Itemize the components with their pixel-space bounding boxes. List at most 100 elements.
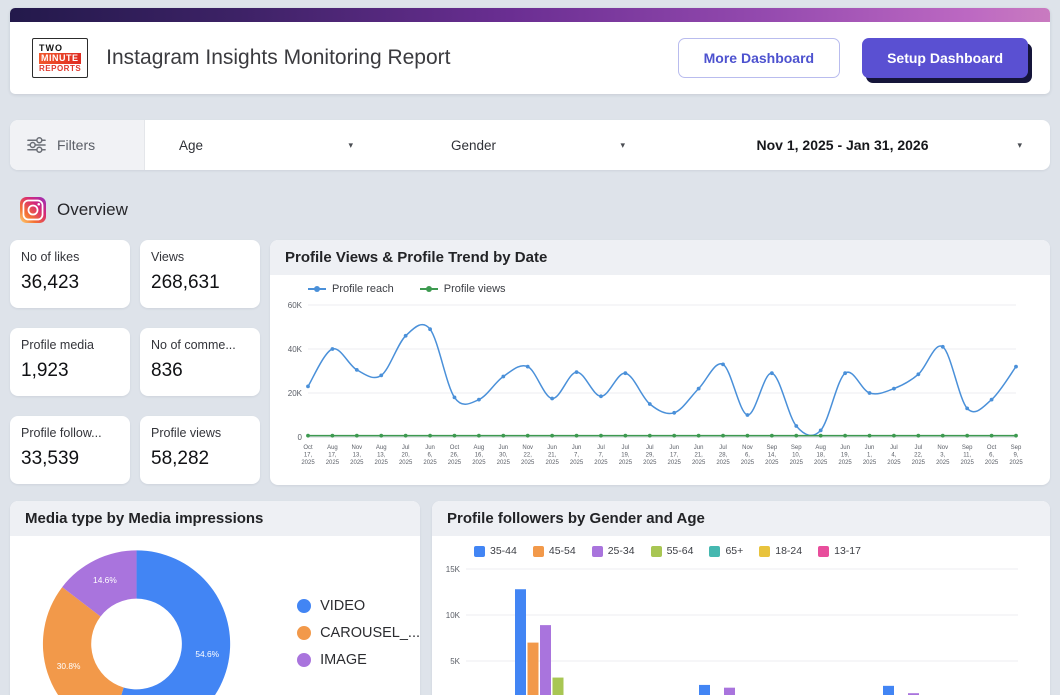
legend-item-18-24: 18-24 bbox=[759, 545, 802, 557]
svg-text:2025: 2025 bbox=[912, 460, 926, 466]
legend-swatch bbox=[533, 546, 544, 557]
svg-text:Oct: Oct bbox=[450, 445, 460, 451]
kpi-label: No of likes bbox=[21, 250, 119, 264]
svg-text:29,: 29, bbox=[646, 453, 655, 459]
instagram-icon bbox=[20, 197, 46, 223]
legend-swatch bbox=[474, 546, 485, 557]
svg-text:2025: 2025 bbox=[326, 460, 340, 466]
svg-text:Jun: Jun bbox=[694, 445, 704, 451]
date-range-filter[interactable]: Nov 1, 2025 - Jan 31, 2026 ▾ bbox=[635, 120, 1050, 170]
legend-item-profile-reach: Profile reach bbox=[308, 283, 394, 295]
media-type-chart-card: Media type by Media impressions 54.6%30.… bbox=[10, 501, 420, 695]
svg-text:2025: 2025 bbox=[375, 460, 389, 466]
svg-text:Jul: Jul bbox=[719, 445, 727, 451]
svg-text:Oct: Oct bbox=[303, 445, 313, 451]
chart-title: Profile followers by Gender and Age bbox=[432, 501, 1050, 536]
logo-text-reports: REPORTS bbox=[39, 64, 81, 73]
svg-text:2025: 2025 bbox=[545, 460, 559, 466]
svg-text:2025: 2025 bbox=[350, 460, 364, 466]
svg-text:Jun: Jun bbox=[572, 445, 582, 451]
svg-text:Jun: Jun bbox=[840, 445, 850, 451]
svg-text:4,: 4, bbox=[891, 453, 896, 459]
svg-text:14,: 14, bbox=[768, 453, 777, 459]
legend-item-65plus: 65+ bbox=[709, 545, 743, 557]
svg-text:17,: 17, bbox=[304, 453, 313, 459]
two-minute-reports-logo: TWO MINUTE REPORTS bbox=[32, 38, 88, 78]
profile-trend-line-chart[interactable]: 020K40K60KOct17,2025Aug17,2025Nov13,2025… bbox=[270, 297, 1030, 482]
svg-text:Nov: Nov bbox=[937, 445, 948, 451]
svg-text:2025: 2025 bbox=[521, 460, 535, 466]
legend-swatch bbox=[818, 546, 829, 557]
svg-text:2025: 2025 bbox=[448, 460, 462, 466]
date-range-value: Nov 1, 2025 - Jan 31, 2026 bbox=[757, 137, 929, 153]
kpi-label: Views bbox=[151, 250, 249, 264]
svg-text:Sep: Sep bbox=[962, 445, 973, 451]
svg-text:Aug: Aug bbox=[815, 445, 826, 451]
svg-text:2025: 2025 bbox=[594, 460, 608, 466]
gender-filter-label: Gender bbox=[451, 138, 496, 153]
legend-item-35-44: 35-44 bbox=[474, 545, 517, 557]
legend-item-image: IMAGE bbox=[297, 652, 420, 668]
svg-text:20K: 20K bbox=[288, 389, 303, 398]
svg-text:Oct: Oct bbox=[987, 445, 997, 451]
svg-text:0: 0 bbox=[298, 433, 303, 442]
more-dashboard-button[interactable]: More Dashboard bbox=[678, 38, 840, 78]
kpi-value: 58,282 bbox=[151, 448, 249, 470]
svg-text:2025: 2025 bbox=[692, 460, 706, 466]
svg-text:2025: 2025 bbox=[887, 460, 901, 466]
svg-text:Nov: Nov bbox=[742, 445, 753, 451]
svg-text:28,: 28, bbox=[719, 453, 728, 459]
svg-text:10K: 10K bbox=[446, 611, 461, 620]
chevron-down-icon: ▾ bbox=[348, 140, 363, 151]
chevron-down-icon: ▾ bbox=[620, 140, 635, 151]
svg-text:26,: 26, bbox=[450, 453, 459, 459]
svg-text:2025: 2025 bbox=[497, 460, 511, 466]
filters-toggle[interactable]: Filters bbox=[10, 120, 145, 170]
svg-text:30,: 30, bbox=[499, 453, 508, 459]
media-type-donut-chart[interactable]: 54.6%30.8%14.6% bbox=[38, 544, 235, 695]
svg-text:2025: 2025 bbox=[668, 460, 682, 466]
svg-text:Jul: Jul bbox=[890, 445, 898, 451]
age-filter-dropdown[interactable]: Age ▾ bbox=[145, 120, 363, 170]
svg-text:2025: 2025 bbox=[814, 460, 828, 466]
svg-text:22,: 22, bbox=[914, 453, 923, 459]
svg-text:13,: 13, bbox=[353, 453, 362, 459]
legend-item-13-17: 13-17 bbox=[818, 545, 861, 557]
legend-swatch bbox=[592, 546, 603, 557]
svg-text:Jun: Jun bbox=[498, 445, 508, 451]
legend-item-video: VIDEO bbox=[297, 598, 420, 614]
overview-section-header: Overview bbox=[20, 196, 1050, 224]
page-title: Instagram Insights Monitoring Report bbox=[106, 46, 450, 70]
svg-text:13,: 13, bbox=[377, 453, 386, 459]
setup-dashboard-button[interactable]: Setup Dashboard bbox=[862, 38, 1028, 78]
svg-text:5K: 5K bbox=[450, 657, 460, 666]
kpi-card-views: Views 268,631 bbox=[140, 240, 260, 308]
gender-filter-dropdown[interactable]: Gender ▾ bbox=[363, 120, 635, 170]
kpi-value: 1,923 bbox=[21, 360, 119, 382]
svg-text:2025: 2025 bbox=[423, 460, 437, 466]
followers-grouped-bar-chart[interactable]: 5K 10K 15K bbox=[432, 559, 1028, 695]
bottom-grid: Media type by Media impressions 54.6%30.… bbox=[10, 501, 1050, 695]
chart-title: Media type by Media impressions bbox=[10, 501, 420, 536]
svg-text:15K: 15K bbox=[446, 565, 461, 574]
svg-text:2025: 2025 bbox=[301, 460, 315, 466]
svg-text:2025: 2025 bbox=[936, 460, 950, 466]
svg-text:3,: 3, bbox=[940, 453, 945, 459]
svg-text:Aug: Aug bbox=[327, 445, 338, 451]
kpi-value: 268,631 bbox=[151, 272, 249, 294]
top-gradient-bar bbox=[10, 8, 1050, 22]
kpi-card-profile-followers: Profile follow... 33,539 bbox=[10, 416, 130, 484]
header-buttons: More Dashboard Setup Dashboard bbox=[678, 38, 1028, 78]
legend-item-55-64: 55-64 bbox=[651, 545, 694, 557]
legend-swatch bbox=[759, 546, 770, 557]
svg-text:Jul: Jul bbox=[597, 445, 605, 451]
legend-item-carousel: CAROUSEL_... bbox=[297, 625, 420, 641]
svg-text:14.6%: 14.6% bbox=[93, 575, 117, 585]
svg-text:9,: 9, bbox=[1013, 453, 1018, 459]
svg-text:2025: 2025 bbox=[472, 460, 486, 466]
svg-text:Jul: Jul bbox=[915, 445, 923, 451]
svg-text:2025: 2025 bbox=[643, 460, 657, 466]
dashboard-page: TWO MINUTE REPORTS Instagram Insights Mo… bbox=[0, 0, 1060, 695]
svg-text:Jun: Jun bbox=[865, 445, 875, 451]
kpi-card-likes: No of likes 36,423 bbox=[10, 240, 130, 308]
